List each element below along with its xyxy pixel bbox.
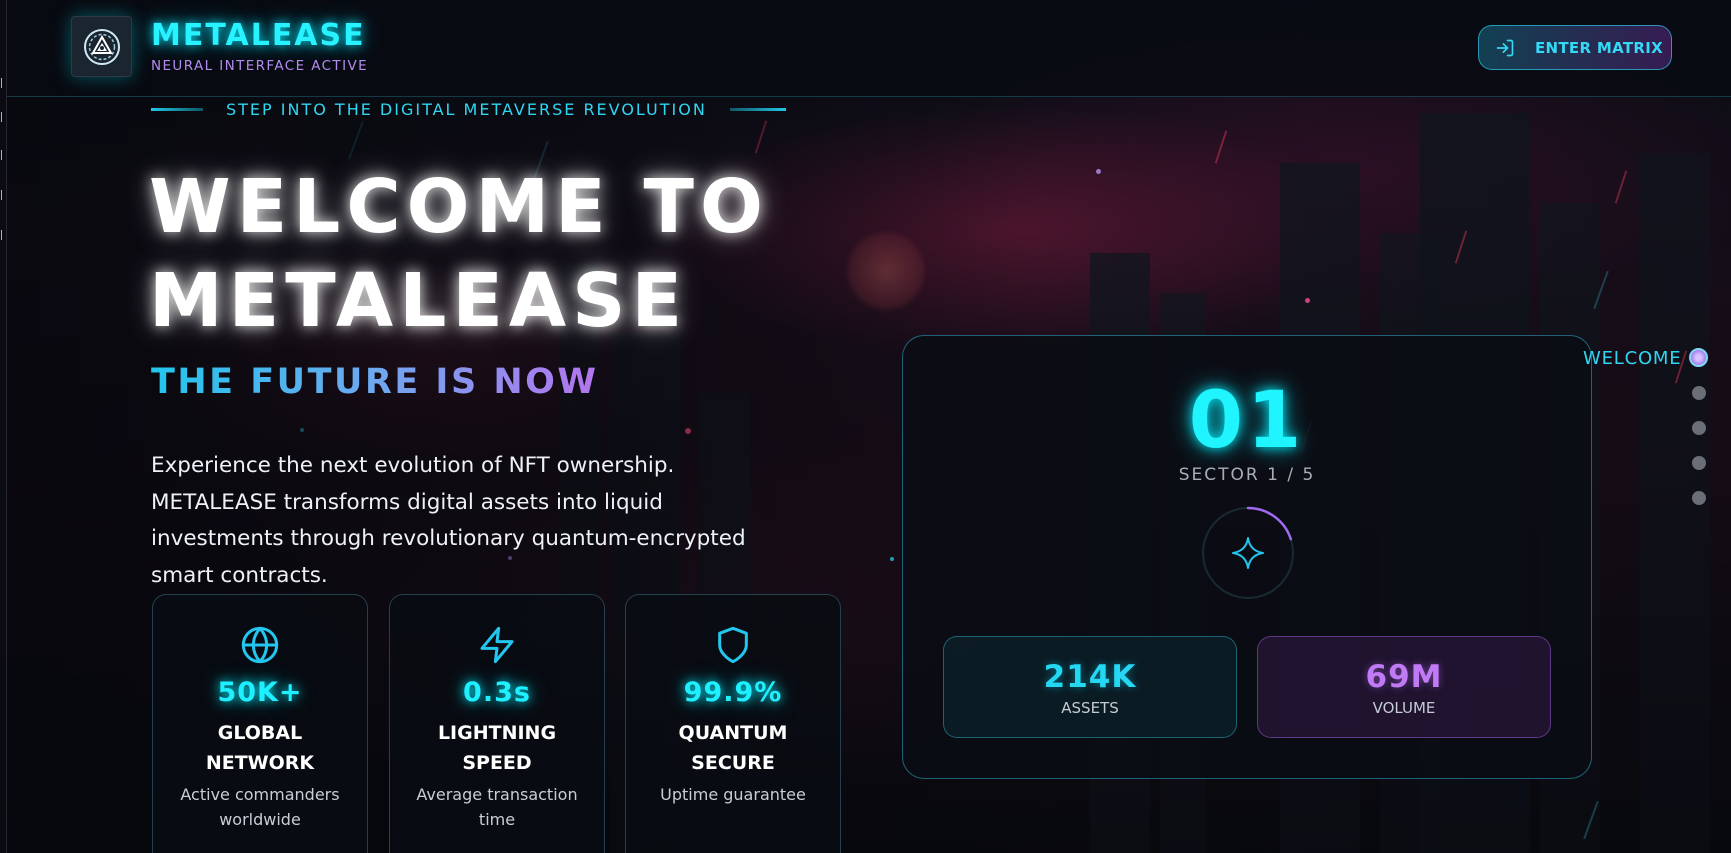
logo[interactable] bbox=[71, 16, 132, 77]
window-edge bbox=[0, 0, 7, 853]
feature-title: GLOBAL NETWORK bbox=[205, 722, 315, 774]
section-nav-dot-5[interactable] bbox=[1692, 491, 1706, 505]
enter-matrix-label: ENTER MATRIX bbox=[1535, 38, 1663, 57]
sector-progress-ring bbox=[1201, 506, 1295, 600]
top-navbar: METALEASE NEURAL INTERFACE ACTIVE ENTER … bbox=[7, 0, 1731, 97]
feature-card-lightning-speed: 0.3s LIGHTNING SPEED Average transaction… bbox=[389, 594, 605, 853]
section-nav-dot-3[interactable] bbox=[1692, 421, 1706, 435]
hero-description: Experience the next evolution of NFT own… bbox=[151, 453, 746, 588]
hero-title-line-2: METALEASE bbox=[149, 258, 689, 344]
tagline-line-right bbox=[729, 108, 786, 111]
stat-card-assets: 214K ASSETS bbox=[943, 636, 1237, 738]
brand-subtitle: NEURAL INTERFACE ACTIVE bbox=[151, 58, 369, 74]
tagline-line-left bbox=[151, 108, 203, 111]
shield-icon bbox=[626, 625, 840, 665]
stat-value: 69M bbox=[1365, 659, 1443, 695]
brand-name: METALEASE bbox=[151, 18, 366, 53]
feature-description: Average transaction time bbox=[416, 785, 578, 829]
hero-subtitle: THE FUTURE IS NOW bbox=[151, 362, 599, 402]
feature-title: LIGHTNING SPEED bbox=[437, 722, 557, 774]
hero-tagline: STEP INTO THE DIGITAL METAVERSE REVOLUTI… bbox=[151, 100, 786, 119]
sign-in-icon bbox=[1495, 38, 1515, 58]
arc-reactor-icon bbox=[83, 28, 120, 65]
sector-panel: 01 SECTOR 1 / 5 214K ASSETS 69M VOLUME bbox=[902, 335, 1592, 779]
hero-title-line-1: WELCOME TO bbox=[149, 164, 769, 250]
sector-number: 01 bbox=[1188, 376, 1306, 466]
feature-value: 50K+ bbox=[217, 677, 303, 708]
stat-card-volume: 69M VOLUME bbox=[1257, 636, 1551, 738]
enter-matrix-button[interactable]: ENTER MATRIX bbox=[1478, 25, 1672, 70]
globe-icon bbox=[153, 625, 367, 665]
sparkle-icon bbox=[1232, 537, 1264, 569]
section-nav-active-label[interactable]: WELCOME bbox=[1583, 348, 1681, 369]
hero-title: WELCOME TO METALEASE bbox=[149, 160, 769, 348]
lightning-icon bbox=[390, 625, 604, 665]
feature-description: Uptime guarantee bbox=[660, 785, 806, 804]
tagline-text: STEP INTO THE DIGITAL METAVERSE REVOLUTI… bbox=[226, 100, 707, 119]
feature-value: 0.3s bbox=[463, 677, 531, 708]
stat-label: ASSETS bbox=[1061, 699, 1119, 717]
feature-description: Active commanders worldwide bbox=[180, 785, 340, 829]
feature-card-quantum-secure: 99.9% QUANTUM SECURE Uptime guarantee bbox=[625, 594, 841, 853]
section-nav-dot-1[interactable] bbox=[1689, 348, 1708, 367]
feature-value: 99.9% bbox=[683, 677, 783, 708]
stat-label: VOLUME bbox=[1372, 699, 1436, 717]
sector-label: SECTOR 1 / 5 bbox=[1178, 465, 1316, 485]
stat-value: 214K bbox=[1043, 659, 1137, 695]
feature-card-global-network: 50K+ GLOBAL NETWORK Active commanders wo… bbox=[152, 594, 368, 853]
feature-title: QUANTUM SECURE bbox=[678, 722, 788, 774]
section-nav-dot-4[interactable] bbox=[1692, 456, 1706, 470]
section-nav-dot-2[interactable] bbox=[1692, 386, 1706, 400]
